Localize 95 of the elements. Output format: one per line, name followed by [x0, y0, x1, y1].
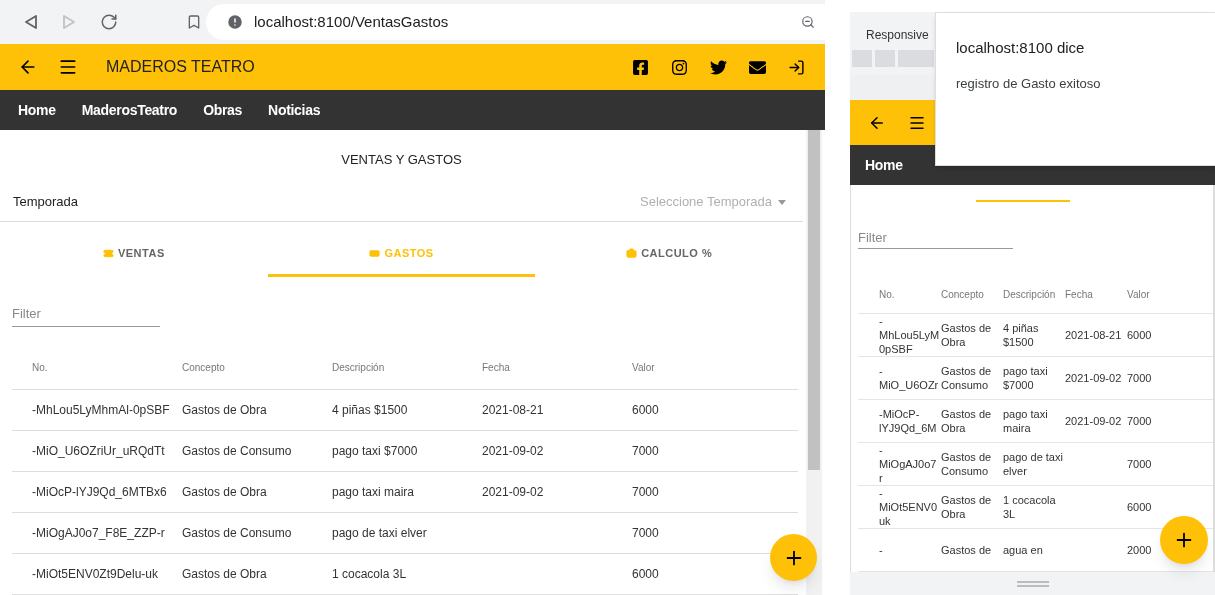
- table-cell: Gastos de Consumo: [941, 451, 992, 477]
- toolbar-label[interactable]: Responsive: [866, 26, 929, 44]
- tab[interactable]: VENTAS: [0, 233, 268, 277]
- column-header: Descripción: [1003, 288, 1057, 302]
- page-title: VENTAS Y GASTOS: [340, 151, 463, 169]
- table-cell: 6000: [1127, 329, 1152, 341]
- table-cell: pago taxi maira: [332, 485, 415, 499]
- dialog-title: localhost:8100 dice: [956, 38, 1086, 58]
- column-header: Fecha: [1065, 288, 1094, 302]
- table-cell: Gastos de Obra: [182, 403, 267, 417]
- menu-icon[interactable]: [58, 57, 78, 77]
- table-cell: 7000: [632, 485, 659, 499]
- table-cell: 7000: [632, 526, 659, 540]
- column-header: No.: [879, 288, 896, 302]
- table-cell: Gastos de Consumo: [182, 526, 292, 540]
- table-cell: Gastos de Obra: [941, 322, 992, 348]
- table-cell: Gastos de Obra: [182, 485, 267, 499]
- column-header: Descripción: [331, 360, 386, 375]
- bookmark-icon[interactable]: [186, 14, 202, 30]
- table-cell: - MiO_U6OZr: [879, 365, 939, 391]
- table-cell: -MiO_U6OZriUr_uRQdTt: [32, 444, 165, 458]
- table-cell: pago de taxi elver: [1003, 451, 1063, 477]
- nav-link[interactable]: Home: [862, 154, 906, 176]
- table-cell: 1 cocacola 3L: [332, 567, 407, 581]
- tab[interactable]: CALCULO %: [535, 233, 803, 277]
- table-cell: 7000: [1127, 458, 1152, 470]
- table-cell: 4 piñas $1500: [332, 403, 408, 417]
- column-header: Valor: [1127, 288, 1151, 302]
- table-cell: - MiOgAJ0o7 r: [879, 444, 937, 484]
- column-header: Valor: [631, 360, 656, 375]
- banknote-icon: [369, 248, 381, 260]
- table-cell: pago taxi $7000: [1003, 365, 1048, 391]
- column-header: Concepto: [941, 288, 985, 302]
- table-cell: 2021-08-21: [482, 403, 544, 417]
- table-cell: 7000: [632, 444, 659, 458]
- table-cell: pago taxi $7000: [332, 444, 418, 458]
- table-cell: -MiOgAJ0o7_F8E_ZZP-r: [32, 526, 165, 540]
- table-cell: Gastos de Obra: [941, 408, 992, 434]
- briefcase-icon: [626, 248, 638, 260]
- facebook-icon[interactable]: [632, 58, 649, 76]
- add-button[interactable]: [1160, 516, 1208, 564]
- column-header: Fecha: [481, 360, 511, 375]
- table-cell: 2021-08-21: [1065, 329, 1122, 341]
- table-cell: 2021-09-02: [1065, 415, 1122, 427]
- scrollbar[interactable]: [806, 130, 822, 595]
- table-cell: 2021-09-02: [1065, 372, 1122, 384]
- nav-link[interactable]: Noticias: [263, 99, 326, 121]
- table-cell: 6000: [1127, 501, 1152, 513]
- nav-link[interactable]: Home: [13, 99, 61, 121]
- table-cell: 7000: [1127, 372, 1152, 384]
- info-icon[interactable]: [226, 13, 244, 31]
- back-icon[interactable]: [24, 14, 38, 30]
- table-cell: - MiOt5ENV0 uk: [879, 487, 938, 527]
- ticket-icon: [102, 248, 114, 260]
- table-cell: 4 piñas $1500: [1003, 322, 1039, 348]
- reload-icon[interactable]: [100, 13, 118, 31]
- twitter-icon[interactable]: [710, 58, 727, 76]
- filter-input[interactable]: Filter: [858, 226, 1013, 249]
- table-cell: -MhLou5LyMhmAl-0pSBF: [32, 403, 170, 417]
- nav-link[interactable]: Obras: [198, 99, 248, 121]
- table-cell: 2021-09-02: [482, 485, 544, 499]
- table-cell: Gastos de: [941, 544, 992, 556]
- season-label: Temporada: [13, 193, 79, 212]
- table-cell: -MiOcP-lYJ9Qd_6MTBx6: [32, 485, 167, 499]
- table-cell: agua en: [1003, 544, 1043, 556]
- table-cell: Gastos de Obra: [182, 567, 267, 581]
- table-cell: 6000: [632, 567, 659, 581]
- table-cell: 6000: [632, 403, 659, 417]
- dialog-message: registro de Gasto exitoso: [956, 74, 1102, 93]
- nav-link[interactable]: MaderosTeatro: [76, 99, 183, 121]
- table-cell: Gastos de Obra: [941, 494, 992, 520]
- column-header: No.: [31, 360, 49, 375]
- app-title: MADEROS TEATRO: [106, 57, 255, 77]
- dropdown-caret-icon: [778, 199, 786, 205]
- scrollbar[interactable]: [1213, 185, 1215, 572]
- login-icon[interactable]: [788, 58, 805, 76]
- table-cell: -MiOcP- lYJ9Qd_6M: [879, 408, 937, 434]
- table-cell: Gastos de Consumo: [941, 365, 992, 391]
- instagram-icon[interactable]: [671, 58, 688, 76]
- zoom-icon[interactable]: [801, 15, 815, 29]
- filter-input[interactable]: Filter: [12, 301, 160, 327]
- table-cell: pago taxi maira: [1003, 408, 1048, 434]
- table-cell: 2000: [1127, 544, 1152, 556]
- table-cell: - MhLou5LyM 0pSBF: [879, 315, 940, 355]
- table-cell: 2021-09-02: [482, 444, 544, 458]
- table-cell: -: [879, 544, 883, 556]
- add-button[interactable]: [770, 534, 817, 581]
- column-header: Concepto: [181, 360, 226, 375]
- drag-handle-icon: [1016, 580, 1049, 587]
- table-cell: 7000: [1127, 415, 1152, 427]
- envelope-icon[interactable]: [749, 58, 766, 76]
- table-cell: -MiOt5ENV0Zt9Delu-uk: [32, 567, 159, 581]
- table-cell: 1 cocacola 3L: [1003, 494, 1056, 520]
- table-cell: Gastos de Consumo: [182, 444, 292, 458]
- table-cell: pago de taxi elver: [332, 526, 427, 540]
